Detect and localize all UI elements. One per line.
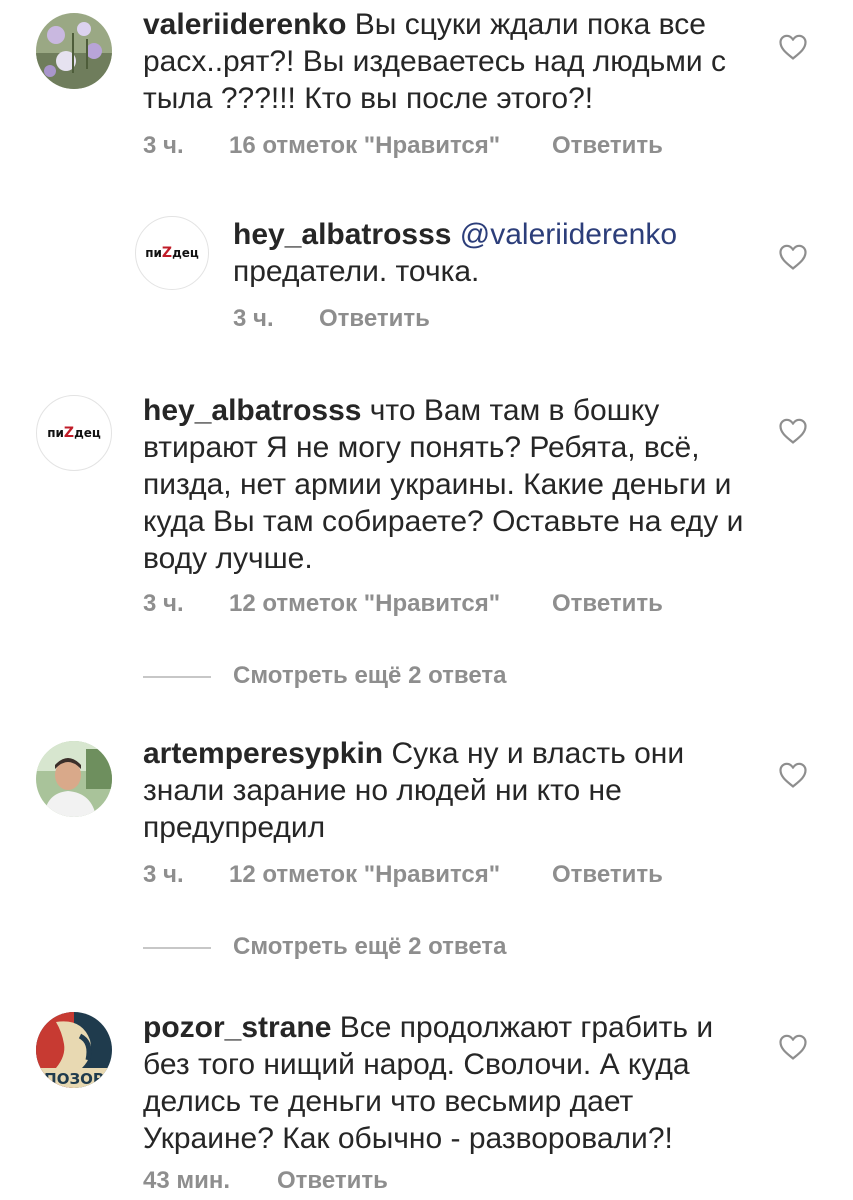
username[interactable]: hey_albatrosss: [233, 218, 451, 251]
comment-text: предатели. точка.: [233, 255, 480, 288]
comment-body: artemperesypkin Сука ну и власть они зна…: [143, 735, 703, 846]
likes-count[interactable]: 12 отметок "Нравится": [229, 861, 500, 889]
reply-button[interactable]: Ответить: [552, 590, 663, 618]
heart-icon[interactable]: [778, 761, 808, 789]
view-more-label[interactable]: Смотреть ещё 2 ответа: [233, 662, 506, 690]
divider-line: [143, 676, 211, 678]
likes-count[interactable]: 16 отметок "Нравится": [229, 132, 500, 160]
view-more-replies[interactable]: Смотреть ещё 2 ответа: [143, 662, 643, 692]
logo-text: пиZдец: [145, 245, 199, 261]
avatar[interactable]: пиZдец: [135, 216, 209, 290]
heart-icon[interactable]: [778, 243, 808, 271]
reply-button[interactable]: Ответить: [319, 305, 430, 333]
heart-icon[interactable]: [778, 1033, 808, 1061]
reply-button[interactable]: Ответить: [277, 1167, 388, 1195]
reply-button[interactable]: Ответить: [552, 132, 663, 160]
divider-line: [143, 947, 211, 949]
logo-text: пиZдец: [47, 425, 101, 441]
timestamp: 3 ч.: [143, 590, 184, 617]
man-photo-icon: [36, 741, 112, 817]
username[interactable]: artemperesypkin: [143, 737, 383, 770]
comment-body: valeriiderenko Вы сцуки ждали пока все р…: [143, 6, 753, 117]
timestamp: 3 ч.: [233, 305, 274, 332]
avatar[interactable]: [36, 741, 112, 817]
flowers-photo-icon: [36, 13, 112, 89]
username[interactable]: hey_albatrosss: [143, 394, 361, 427]
view-more-label[interactable]: Смотреть ещё 2 ответа: [233, 933, 506, 961]
heart-icon[interactable]: [778, 33, 808, 61]
view-more-replies[interactable]: Смотреть ещё 2 ответа: [143, 933, 643, 963]
timestamp: 3 ч.: [143, 132, 184, 159]
timestamp: 3 ч.: [143, 861, 184, 888]
poster-text: ПОЗОР: [44, 1070, 104, 1088]
comment-body: hey_albatrosss что Вам там в бошку втира…: [143, 392, 753, 577]
avatar[interactable]: [36, 13, 112, 89]
reply-button[interactable]: Ответить: [552, 861, 663, 889]
timestamp: 43 мин.: [143, 1167, 231, 1194]
avatar[interactable]: ПОЗОР: [36, 1012, 112, 1088]
comment-body: hey_albatrosss @valeriiderenko предатели…: [233, 216, 753, 290]
poster-photo-icon: ПОЗОР: [36, 1012, 112, 1088]
heart-icon[interactable]: [778, 417, 808, 445]
comment-body: pozor_strane Все продолжают грабить и бе…: [143, 1009, 733, 1157]
avatar[interactable]: пиZдец: [36, 395, 112, 471]
username[interactable]: valeriiderenko: [143, 8, 346, 41]
username[interactable]: pozor_strane: [143, 1011, 331, 1044]
mention-link[interactable]: @valeriiderenko: [460, 218, 677, 251]
likes-count[interactable]: 12 отметок "Нравится": [229, 590, 500, 618]
